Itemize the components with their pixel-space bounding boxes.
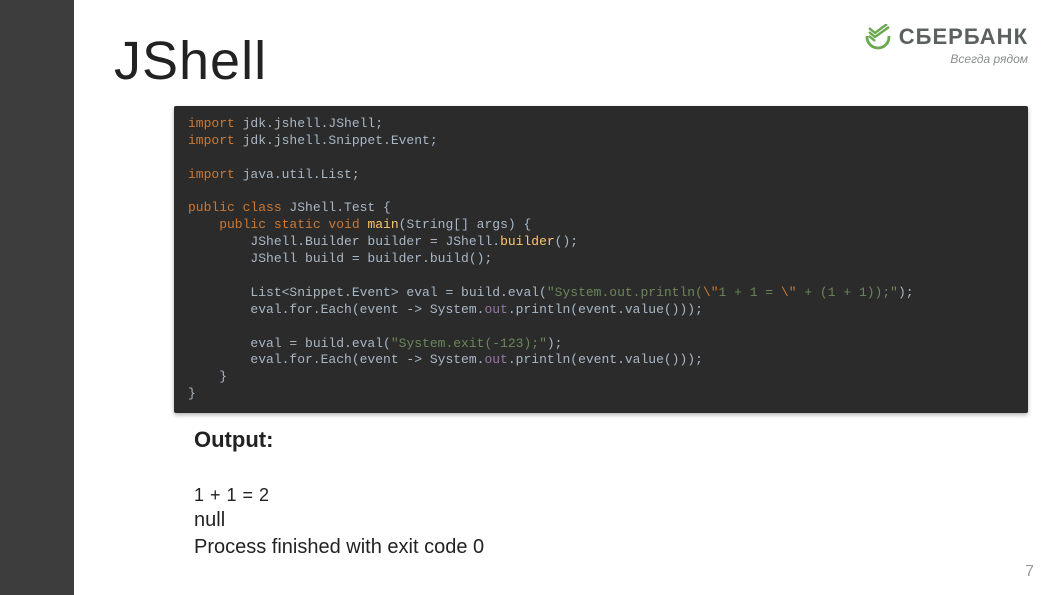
code-token: eval.for.Each(event -> System. bbox=[188, 352, 484, 367]
code-token: main bbox=[367, 217, 398, 232]
page-title: JShell bbox=[114, 30, 267, 92]
page-number: 7 bbox=[1025, 563, 1034, 581]
code-token: \" bbox=[703, 285, 719, 300]
code-token: out bbox=[484, 352, 507, 367]
code-token: List<Snippet.Event> eval = build.eval( bbox=[188, 285, 547, 300]
brand-tagline: Всегда рядом bbox=[865, 52, 1028, 66]
code-token: (); bbox=[555, 234, 578, 249]
code-token: "System.out.println( bbox=[547, 285, 703, 300]
output-body: 1 + 1 = 2 null Process finished with exi… bbox=[194, 483, 1028, 561]
code-token: ); bbox=[547, 336, 563, 351]
code-token: JShell.Builder builder = JShell. bbox=[188, 234, 500, 249]
code-token: JShell.Test { bbox=[289, 200, 390, 215]
code-token: \" bbox=[781, 285, 797, 300]
code-block: import jdk.jshell.JShell; import jdk.jsh… bbox=[174, 106, 1028, 413]
output-line: 1 + 1 = 2 bbox=[194, 483, 1028, 507]
code-token: eval = build.eval( bbox=[188, 336, 391, 351]
code-token: import bbox=[188, 133, 243, 148]
code-token: jdk.jshell.Snippet.Event; bbox=[243, 133, 438, 148]
brand-logo-row: СБЕРБАНК bbox=[865, 24, 1028, 50]
code-token: public class bbox=[188, 200, 289, 215]
output-line: Process finished with exit code 0 bbox=[194, 534, 1028, 561]
code-token: (String[] args) { bbox=[399, 217, 532, 232]
slide-content: JShell СБЕРБАНК Всегда рядом import jdk.… bbox=[74, 0, 1058, 595]
sidebar-stripe bbox=[0, 0, 74, 595]
code-token: import bbox=[188, 116, 243, 131]
brand-logo: СБЕРБАНК Всегда рядом bbox=[865, 24, 1028, 66]
code-token: builder bbox=[500, 234, 555, 249]
code-token: .println(event.value())); bbox=[508, 352, 703, 367]
code-token: jdk.jshell.JShell; bbox=[243, 116, 383, 131]
output-header: Output: bbox=[194, 427, 1028, 453]
code-token: public static void bbox=[188, 217, 367, 232]
code-token: 1 + 1 = bbox=[719, 285, 781, 300]
code-token: JShell build = builder.build(); bbox=[188, 251, 492, 266]
sberbank-icon bbox=[865, 24, 891, 50]
code-token: import bbox=[188, 167, 243, 182]
code-token: .println(event.value())); bbox=[508, 302, 703, 317]
code-token: eval.for.Each(event -> System. bbox=[188, 302, 484, 317]
code-token: java.util.List; bbox=[243, 167, 360, 182]
output-line: null bbox=[194, 507, 1028, 534]
code-token: } bbox=[188, 386, 196, 401]
code-token: } bbox=[188, 369, 227, 384]
brand-logo-text: СБЕРБАНК bbox=[899, 24, 1028, 50]
code-token: "System.exit(-123);" bbox=[391, 336, 547, 351]
code-token: + (1 + 1));" bbox=[797, 285, 898, 300]
header: JShell СБЕРБАНК Всегда рядом bbox=[114, 20, 1028, 92]
code-token: ); bbox=[898, 285, 914, 300]
code-token: out bbox=[484, 302, 507, 317]
